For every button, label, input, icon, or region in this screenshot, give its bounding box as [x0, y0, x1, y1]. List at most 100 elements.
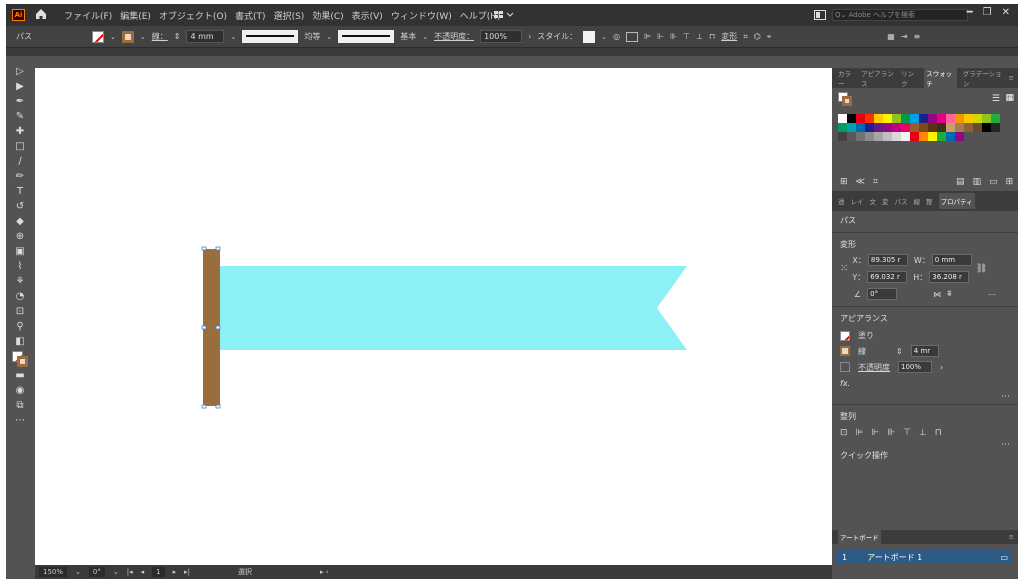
new-group-icon[interactable]: ▥	[973, 177, 982, 187]
type-tool-icon[interactable]: T	[13, 186, 27, 198]
color-swatch[interactable]	[919, 123, 928, 132]
stepper-icon[interactable]: ⇕	[896, 347, 903, 356]
color-swatch[interactable]	[937, 132, 946, 141]
artboard-number-field[interactable]: 1	[152, 567, 165, 577]
color-swatch[interactable]	[865, 132, 874, 141]
color-swatch[interactable]	[892, 132, 901, 141]
flip-horizontal-icon[interactable]: ⋈	[933, 290, 941, 299]
tab-gradient[interactable]: グラデーション	[963, 68, 1003, 88]
color-swatch[interactable]	[910, 114, 919, 123]
tab-artboards[interactable]: アートボード	[838, 529, 881, 545]
menu-type[interactable]: 書式(T)	[235, 9, 266, 22]
artboard-tool-icon[interactable]: ⊡	[13, 306, 27, 318]
fill-swatch[interactable]	[92, 30, 104, 43]
anchor-add-tool-icon[interactable]: ✚	[13, 126, 27, 138]
stroke-width-field[interactable]: 4 mm	[186, 30, 225, 43]
opacity-label[interactable]: 不透明度：	[434, 31, 474, 42]
graphic-style-swatch[interactable]	[583, 30, 596, 43]
draw-mode-icon[interactable]: ◉	[13, 385, 27, 397]
color-swatch[interactable]	[910, 123, 919, 132]
paintbrush-tool-icon[interactable]: ∕	[13, 156, 27, 168]
eraser-tool-icon[interactable]: ◆	[13, 216, 27, 228]
zoom-tool-icon[interactable]: ⚲	[13, 321, 27, 333]
swatch-options-icon[interactable]: ⌗	[873, 177, 878, 187]
tab-character[interactable]: 文	[870, 196, 877, 206]
align-middle-icon[interactable]: ⊥	[919, 428, 927, 438]
status-scroll-icon[interactable]: ▸ ‹	[320, 568, 329, 576]
menu-window[interactable]: ウィンドウ(W)	[391, 9, 452, 22]
h-field[interactable]: 36.208 r	[929, 271, 970, 283]
chevron-right-icon[interactable]: ›	[940, 363, 943, 372]
tab-links[interactable]: リンク	[901, 68, 918, 88]
more-options-icon[interactable]: ⋯	[1001, 440, 1010, 450]
color-swatch[interactable]	[838, 123, 847, 132]
w-field[interactable]: 0 mm	[931, 254, 972, 266]
artboard-list-item[interactable]: 1 アートボード 1 ▭	[836, 550, 1012, 564]
pen-tool-icon[interactable]: ✒	[13, 96, 27, 108]
link-icon[interactable]: ⛓	[976, 254, 987, 284]
tab-layers[interactable]: レイ	[851, 196, 864, 206]
tab-appearance[interactable]: アピアランス	[861, 68, 895, 88]
opacity-label[interactable]: 不透明度	[858, 362, 890, 373]
color-swatch[interactable]	[847, 114, 856, 123]
color-swatch[interactable]	[973, 123, 982, 132]
screen-mode-icon[interactable]: ⧉	[13, 400, 27, 412]
isolate-icon[interactable]: ⌗	[743, 32, 748, 42]
restore-icon[interactable]: ❐	[983, 7, 992, 18]
share-icon[interactable]: ⇥	[901, 32, 908, 41]
gradient-tool-icon[interactable]: ▣	[13, 246, 27, 258]
color-swatch[interactable]	[937, 123, 946, 132]
panel-menu-icon[interactable]: ≡	[1009, 74, 1014, 82]
rotation-field[interactable]: 0°	[88, 567, 105, 577]
chevron-down-icon[interactable]: ⌄	[601, 33, 607, 41]
variable-width-profile[interactable]	[242, 30, 299, 43]
color-swatch[interactable]	[901, 132, 910, 141]
color-swatch[interactable]	[946, 132, 955, 141]
grid-view-icon[interactable]: ▦	[1005, 93, 1014, 103]
panel-toggle-icon[interactable]	[814, 10, 826, 20]
color-swatch[interactable]	[874, 123, 883, 132]
align-to-icon[interactable]	[626, 31, 639, 42]
color-swatch[interactable]	[856, 114, 865, 123]
color-swatch[interactable]	[865, 114, 874, 123]
tab-transparency[interactable]: 透	[838, 196, 845, 206]
swatch-grid[interactable]	[838, 114, 1008, 141]
puppet-warp-icon[interactable]: ⌬	[754, 32, 761, 41]
chevron-down-icon[interactable]: ⌄	[422, 33, 428, 41]
curvature-tool-icon[interactable]: ✎	[13, 111, 27, 123]
tab-stroke[interactable]: 線	[914, 196, 921, 206]
close-icon[interactable]: ✕	[1002, 7, 1010, 18]
align-top-icon[interactable]: ⊤	[903, 428, 911, 438]
fx-button[interactable]: fx.	[832, 375, 1018, 392]
align-bottom-icon[interactable]: ⊓	[709, 32, 715, 41]
align-to-icon[interactable]: ⊡	[840, 428, 848, 438]
color-swatch[interactable]	[856, 132, 865, 141]
ribbon-banner[interactable]	[220, 266, 687, 350]
panel-menu-icon[interactable]: ≡	[1009, 533, 1014, 541]
zoom-field[interactable]: 150%	[39, 567, 68, 577]
tab-transform[interactable]: 変	[882, 196, 889, 206]
reference-point-icon[interactable]: ⁙	[840, 254, 848, 284]
stepper-icon[interactable]: ⇕	[174, 32, 181, 41]
show-kinds-icon[interactable]: ≪	[856, 177, 865, 187]
workspace-switcher-icon[interactable]	[494, 10, 518, 20]
menu-edit[interactable]: 編集(E)	[120, 9, 151, 22]
stroke-swatch[interactable]	[840, 346, 850, 356]
panel-menu-icon[interactable]: ≡	[914, 32, 921, 41]
pencil-tool-icon[interactable]: ✏	[13, 171, 27, 183]
transform-label[interactable]: 変形	[721, 31, 737, 42]
color-swatch[interactable]	[982, 123, 991, 132]
align-left-icon[interactable]: ⊫	[856, 428, 864, 438]
menu-view[interactable]: 表示(V)	[352, 9, 383, 22]
angle-field[interactable]: 0°	[867, 288, 898, 300]
color-swatch[interactable]	[973, 114, 982, 123]
prev-artboard-icon[interactable]: ◂	[141, 568, 145, 576]
status-mode[interactable]: 選択	[238, 567, 252, 577]
artboard-canvas[interactable]	[35, 68, 832, 565]
color-group-icon[interactable]: ▤	[956, 177, 965, 187]
color-swatch[interactable]	[883, 114, 892, 123]
fill-stroke-indicator[interactable]	[838, 92, 852, 106]
color-swatch[interactable]	[991, 114, 1000, 123]
direct-selection-tool-icon[interactable]: ▶	[13, 81, 27, 93]
help-search-input[interactable]: Q⌄ Adobe ヘルプを検索	[832, 9, 968, 21]
